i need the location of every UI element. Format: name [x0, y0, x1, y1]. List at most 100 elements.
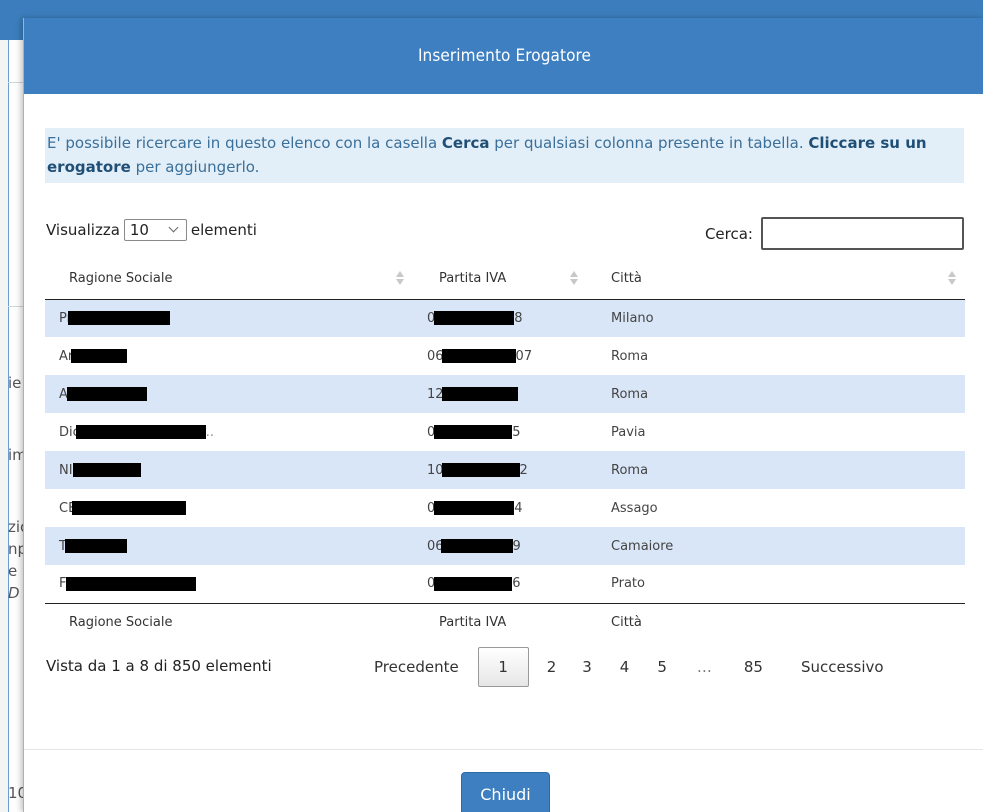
table-header-row: Ragione Sociale Partita IVA Città	[45, 259, 965, 300]
table-row[interactable]: NII 10 2 Roma	[45, 451, 965, 489]
cell-ragione-sociale: Pr	[45, 299, 425, 337]
background-divider	[8, 82, 24, 83]
table-row[interactable]: Fi 06 Prato	[45, 565, 965, 603]
close-button[interactable]: Chiudi	[461, 772, 550, 812]
cell-ragione-sociale: Ar	[45, 337, 425, 375]
providers-table: Ragione Sociale Partita IVA Città Pr 0 8…	[45, 259, 965, 641]
vat-suffix: 9	[512, 538, 521, 554]
background-text: ie	[8, 374, 22, 392]
vat-suffix: 5	[512, 424, 521, 440]
search-control: Cerca:	[705, 217, 964, 250]
vat-suffix: 4	[514, 500, 523, 516]
background-text: D	[8, 584, 20, 602]
footer-label-partita-iva: Partita IVA	[425, 602, 589, 641]
table-row[interactable]: Pr 08 Milano	[45, 299, 965, 337]
pagination-previous[interactable]: Precedente	[362, 658, 471, 676]
pagination-page-1[interactable]: 1	[477, 647, 529, 687]
chevron-down-icon	[168, 224, 180, 236]
sort-icon	[569, 271, 579, 287]
cell-ragione-sociale: A	[45, 375, 425, 413]
cell-partita-iva: 06 07	[425, 337, 589, 375]
modal-title: Inserimento Erogatore	[417, 46, 592, 66]
ellipsis-text: ..	[205, 424, 215, 440]
redaction	[441, 387, 518, 401]
table-footer-row: Ragione Sociale Partita IVA Città	[45, 602, 965, 641]
redaction	[434, 311, 515, 326]
column-header-ragione-sociale[interactable]: Ragione Sociale	[45, 259, 425, 300]
cell-partita-iva: 12	[425, 375, 589, 413]
column-label: Città	[611, 271, 642, 287]
info-box: E' possibile ricercare in questo elenco …	[45, 128, 964, 183]
table-row[interactable]: CE 04 Assago	[45, 489, 965, 527]
cell-citta: Camaiore	[611, 538, 674, 554]
vat-suffix: 2	[519, 462, 528, 478]
pagination-page-2[interactable]: 2	[535, 658, 569, 676]
vat-suffix: 07	[515, 348, 533, 364]
column-label: Partita IVA	[439, 271, 507, 287]
redaction	[75, 425, 206, 439]
table-row[interactable]: T 06 9 Camaiore	[45, 527, 965, 565]
column-label: Ragione Sociale	[69, 271, 173, 287]
cell-citta: Pavia	[611, 424, 646, 440]
pagination-page-4[interactable]: 4	[606, 658, 644, 676]
pagination-page-3[interactable]: 3	[568, 658, 606, 676]
info-text: per aggiungerlo.	[130, 158, 260, 176]
redaction	[434, 425, 513, 439]
page-length-value: 10	[129, 221, 149, 239]
modal-dialog: Inserimento Erogatore E' possibile ricer…	[23, 18, 983, 812]
footer-label-ragione-sociale: Ragione Sociale	[45, 602, 425, 641]
pagination: Precedente 1 2 3 4 5 … 85 Successivo	[362, 647, 896, 687]
cell-citta: Roma	[611, 348, 649, 364]
redaction	[440, 539, 513, 553]
modal-body: E' possibile ricercare in questo elenco …	[24, 128, 983, 701]
sort-icon	[395, 271, 405, 287]
modal-footer: Chiudi	[24, 749, 983, 812]
info-text: E' possibile ricercare in questo elenco …	[47, 134, 442, 152]
redaction	[441, 349, 516, 363]
cell-ragione-sociale: Dic..	[45, 413, 425, 451]
cell-citta: Roma	[611, 386, 649, 402]
info-bold-search: Cerca	[441, 134, 490, 152]
pagination-page-5[interactable]: 5	[643, 658, 681, 676]
page-length-select[interactable]: 10	[123, 219, 187, 241]
vat-suffix: 6	[512, 576, 521, 592]
cell-ragione-sociale: NII	[45, 451, 425, 489]
cell-partita-iva: 06 9	[425, 527, 589, 565]
table-row[interactable]: A 12 Roma	[45, 375, 965, 413]
table-info: Vista da 1 a 8 di 850 elementi	[46, 657, 272, 675]
pagination-page-85[interactable]: 85	[728, 658, 779, 676]
table-controls: Visualizza 10 elementi Cerca:	[45, 217, 964, 253]
redaction	[64, 539, 127, 553]
cell-partita-iva: 08	[425, 299, 589, 337]
column-header-partita-iva[interactable]: Partita IVA	[425, 259, 589, 300]
redaction	[441, 463, 520, 477]
sort-icon	[947, 271, 957, 287]
redaction	[434, 576, 513, 591]
modal-header: Inserimento Erogatore	[24, 18, 983, 94]
cell-ragione-sociale: Fi	[45, 565, 425, 603]
cell-partita-iva: 04	[425, 489, 589, 527]
redaction	[67, 311, 170, 326]
redaction	[73, 463, 142, 477]
search-label: Cerca:	[704, 224, 753, 243]
background-divider	[8, 306, 24, 307]
table-row[interactable]: Dic.. 05 Pavia	[45, 413, 965, 451]
redaction	[66, 576, 197, 591]
cell-ragione-sociale: CE	[45, 489, 425, 527]
column-header-citta[interactable]: Città	[589, 259, 965, 300]
redaction	[66, 387, 147, 401]
vat-suffix: 8	[514, 310, 523, 326]
redaction	[71, 349, 128, 363]
length-label-pre: Visualizza	[46, 221, 120, 239]
pagination-next[interactable]: Successivo	[779, 658, 896, 676]
cell-partita-iva: 06	[425, 565, 589, 603]
table-row[interactable]: Ar 06 07 Roma	[45, 337, 965, 375]
cell-citta: Prato	[611, 576, 645, 592]
redaction	[434, 501, 515, 515]
cell-citta: Milano	[611, 310, 654, 326]
length-label-post: elementi	[190, 221, 257, 239]
info-text: per qualsiasi colonna presente in tabell…	[489, 134, 809, 152]
cell-ragione-sociale: T	[45, 527, 425, 565]
cell-partita-iva: 10 2	[425, 451, 589, 489]
search-input[interactable]	[761, 217, 964, 250]
